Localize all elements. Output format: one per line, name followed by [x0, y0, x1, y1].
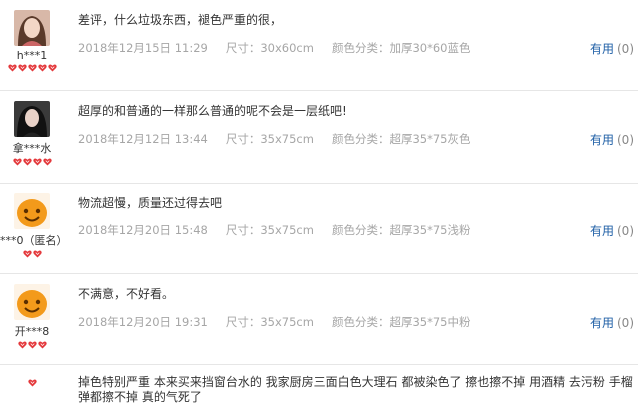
heart-icon — [12, 158, 22, 166]
review-meta: 2018年12月20日 19:31 尺寸：35x75cm 颜色分类：超厚35*75中… — [78, 314, 488, 330]
review-color: 颜色分类：超厚35*75灰色 — [331, 132, 471, 146]
reviewer-name: ***0（匿名） — [0, 234, 68, 247]
heart-icon — [7, 64, 17, 72]
useful-button[interactable]: 有用 (0) — [590, 314, 634, 331]
reviewer-name: 拿***水 — [12, 142, 52, 155]
heart-icon — [22, 250, 32, 258]
heart-icon — [42, 158, 52, 166]
useful-label[interactable]: 有用 — [590, 224, 614, 238]
heart-rating — [0, 250, 64, 258]
reviewer-name: 开***8 — [14, 325, 50, 338]
review-date: 2018年12月15日 11:29 — [78, 41, 208, 55]
useful-button[interactable]: 有用 (0) — [590, 40, 634, 57]
reviewer: 开***8 — [0, 284, 64, 349]
heart-rating — [0, 341, 64, 349]
useful-label[interactable]: 有用 — [590, 42, 614, 56]
heart-rating — [0, 379, 64, 387]
review-content: 差评，什么垃圾东西，褪色严重的很， — [78, 13, 283, 27]
review-size: 尺寸：35x75cm — [225, 223, 314, 237]
review-meta: 2018年12月12日 13:44 尺寸：35x75cm 颜色分类：超厚35*75灰… — [78, 131, 488, 147]
review-meta: 2018年12月15日 11:29 尺寸：30x60cm 颜色分类：加厚30*60蓝… — [78, 40, 488, 56]
review-item: 掉色特别严重 本来买来挡窗台水的 我家厨房三面白色大理石 都被染色了 擦也擦不掉… — [0, 365, 638, 409]
review-size: 尺寸：30x60cm — [225, 41, 314, 55]
heart-icon — [22, 158, 32, 166]
review-color: 颜色分类：超厚35*75中粉 — [331, 315, 471, 329]
heart-icon — [32, 250, 42, 258]
reviewer: h***1 — [0, 10, 64, 72]
avatar[interactable] — [14, 284, 50, 320]
reviewer-name: h***1 — [16, 49, 48, 62]
heart-icon — [27, 341, 37, 349]
heart-icon — [17, 341, 27, 349]
review-date: 2018年12月12日 13:44 — [78, 132, 208, 146]
reviewer — [0, 377, 64, 387]
useful-count: (0) — [617, 133, 634, 147]
useful-count: (0) — [617, 316, 634, 330]
review-date: 2018年12月20日 19:31 — [78, 315, 208, 329]
heart-rating — [0, 64, 64, 72]
heart-icon — [47, 64, 57, 72]
reviewer: ***0（匿名） — [0, 193, 68, 258]
heart-icon — [27, 64, 37, 72]
heart-icon — [17, 64, 27, 72]
useful-button[interactable]: 有用 (0) — [590, 131, 634, 148]
useful-label[interactable]: 有用 — [590, 316, 614, 330]
useful-count: (0) — [617, 42, 634, 56]
useful-button[interactable]: 有用 (0) — [590, 222, 634, 239]
review-content: 不满意，不好看。 — [78, 287, 175, 301]
heart-icon — [37, 64, 47, 72]
review-color: 颜色分类：加厚30*60蓝色 — [331, 41, 471, 55]
review-date: 2018年12月20日 15:48 — [78, 223, 208, 237]
avatar[interactable] — [14, 193, 50, 229]
review-item: 拿***水 超厚的和普通的一样那么普通的呢不会是一层纸吧! 2018年12月12… — [0, 91, 638, 184]
review-item: 开***8 不满意，不好看。 2018年12月20日 19:31 尺寸：35x75… — [0, 274, 638, 365]
useful-count: (0) — [617, 224, 634, 238]
review-content: 物流超慢，质量还过得去吧 — [78, 196, 223, 210]
heart-icon — [32, 158, 42, 166]
avatar[interactable] — [14, 10, 50, 46]
useful-label[interactable]: 有用 — [590, 133, 614, 147]
heart-icon — [37, 341, 47, 349]
review-content: 超厚的和普通的一样那么普通的呢不会是一层纸吧! — [78, 104, 347, 118]
avatar[interactable] — [14, 101, 50, 137]
review-size: 尺寸：35x75cm — [225, 132, 314, 146]
review-meta: 2018年12月20日 15:48 尺寸：35x75cm 颜色分类：超厚35*75浅… — [78, 222, 488, 238]
heart-icon — [27, 379, 37, 387]
reviewer: 拿***水 — [0, 101, 64, 166]
review-size: 尺寸：35x75cm — [225, 315, 314, 329]
review-item: h***1 差评，什么垃圾东西，褪色严重的很， 2018年12月15日 11:2… — [0, 0, 638, 91]
review-content: 掉色特别严重 本来买来挡窗台水的 我家厨房三面白色大理石 都被染色了 擦也擦不掉… — [78, 375, 633, 404]
review-color: 颜色分类：超厚35*75浅粉 — [331, 223, 471, 237]
review-item: ***0（匿名） 物流超慢，质量还过得去吧 2018年12月20日 15:48 尺… — [0, 184, 638, 274]
heart-rating — [0, 158, 64, 166]
